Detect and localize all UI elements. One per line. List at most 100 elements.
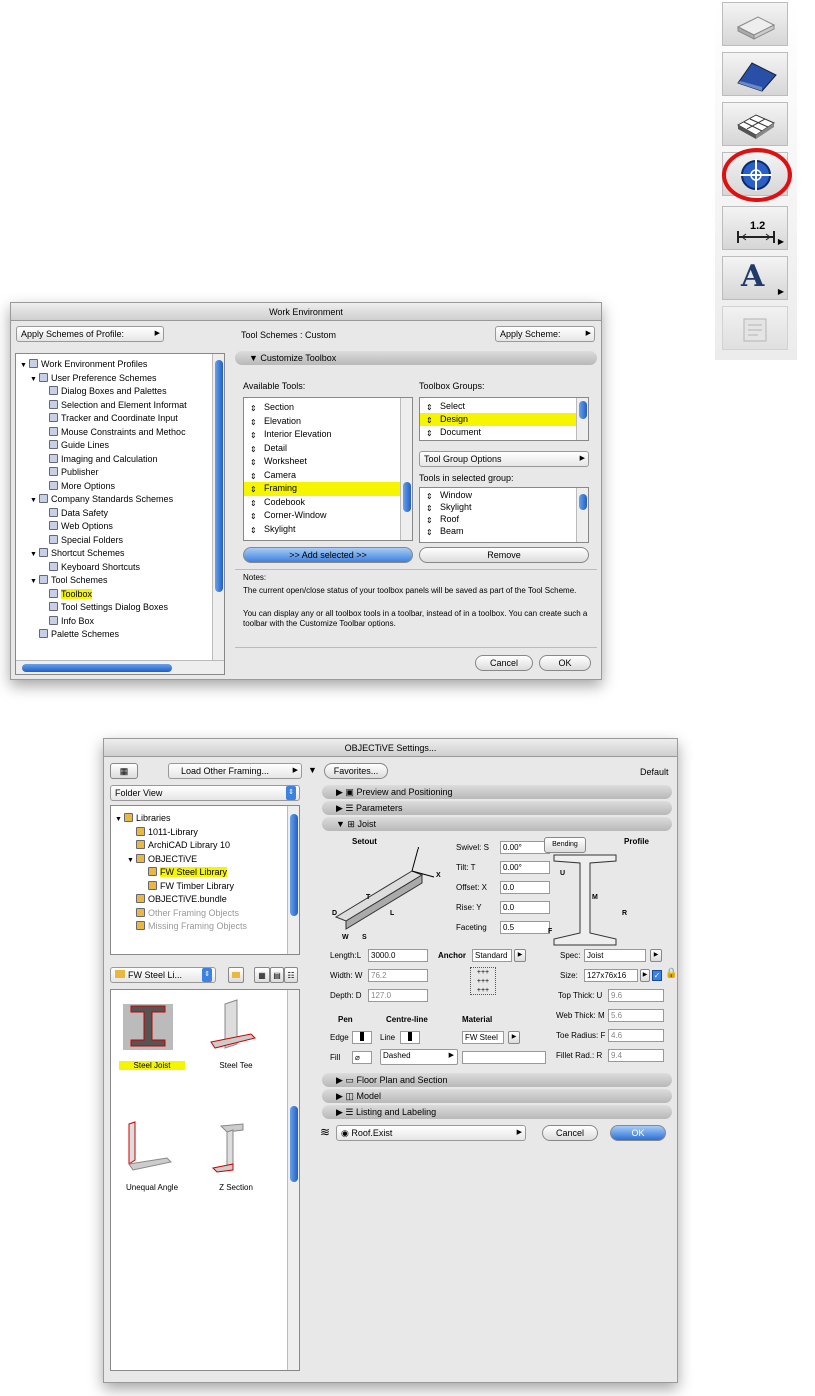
tree-item[interactable]: Data Safety (16, 507, 224, 521)
disclosure-open-icon[interactable]: ▼ (30, 575, 39, 589)
library-select-popup[interactable]: FW Steel Li... ⇕ (110, 967, 216, 983)
swivel-field[interactable]: 0.00° (500, 841, 550, 854)
small-view-button[interactable]: ▤ (270, 967, 284, 983)
tree-item[interactable]: Toolbox (16, 588, 224, 602)
disclosure-open-icon[interactable]: ▼ (127, 854, 136, 868)
tree-item[interactable]: ▼ User Preference Schemes (16, 372, 224, 386)
tree-scrollbar[interactable] (212, 354, 224, 660)
tree-item[interactable]: Tool Settings Dialog Boxes (16, 601, 224, 615)
size-checkbox[interactable]: ✓ (652, 970, 662, 981)
tool-group-options-popup[interactable]: Tool Group Options ▶ (419, 451, 589, 467)
tree-item[interactable]: ▼ Work Environment Profiles (16, 358, 224, 372)
fill-pen-field[interactable]: ⌀ (352, 1051, 372, 1064)
tree-item[interactable]: Dialog Boxes and Palettes (16, 385, 224, 399)
model-section-header[interactable]: ▶ ◫ Model (322, 1089, 672, 1103)
web-thick-field[interactable]: 5.6 (608, 1009, 664, 1022)
tree-item[interactable]: Selection and Element Informat (16, 399, 224, 413)
list-item[interactable]: ⇕ Detail (244, 442, 412, 456)
fillet-field[interactable]: 9.4 (608, 1049, 664, 1062)
load-other-framing-popup[interactable]: Load Other Framing... ▶ (168, 763, 302, 779)
tree-item[interactable]: FW Timber Library (111, 880, 299, 894)
gallery-scrollbar[interactable] (287, 990, 299, 1370)
tree-item[interactable]: Palette Schemes (16, 628, 224, 642)
top-thick-field[interactable]: 9.6 (608, 989, 664, 1002)
roof-tool-button[interactable] (722, 52, 788, 96)
preview-section-header[interactable]: ▶ ▣ Preview and Positioning (322, 785, 672, 799)
tools-in-group-list[interactable]: ⇕ Window ⇕ Skylight ⇕ Roof ⇕ Beam (419, 487, 589, 543)
tree-item[interactable]: Publisher (16, 466, 224, 480)
disclosure-open-icon[interactable]: ▼ (30, 548, 39, 562)
faceting-field[interactable]: 0.5 (500, 921, 550, 934)
remove-button[interactable]: Remove (419, 547, 589, 563)
list-item[interactable]: ⇕ Document (420, 426, 588, 439)
tree-item[interactable]: Keyboard Shortcuts (16, 561, 224, 575)
new-folder-button[interactable] (228, 967, 244, 983)
disclosure-open-icon[interactable]: ▼ (30, 373, 39, 387)
tree-item[interactable]: ArchiCAD Library 10 (111, 839, 299, 853)
add-selected-button[interactable]: >> Add selected >> (243, 547, 413, 563)
tree-item[interactable]: ▼ Tool Schemes (16, 574, 224, 588)
tree-hscrollbar[interactable] (16, 660, 224, 674)
size-arrow-button[interactable]: ▶ (640, 969, 650, 982)
rise-field[interactable]: 0.0 (500, 901, 550, 914)
ok-button[interactable]: OK (610, 1125, 666, 1141)
material-field[interactable]: FW Steel (462, 1031, 504, 1044)
listing-section-header[interactable]: ▶ ☰ Listing and Labeling (322, 1105, 672, 1119)
list-item[interactable]: ⇕ Camera (244, 469, 412, 483)
list-item[interactable]: ⇕ Design (420, 413, 588, 426)
icon-view-button[interactable]: ▦ (254, 967, 270, 983)
parameters-section-header[interactable]: ▶ ☰ Parameters (322, 801, 672, 815)
folder-view-popup[interactable]: Folder View ⇕ (110, 785, 300, 801)
dimension-tool-button[interactable]: 1.2 ▶ (722, 206, 788, 250)
tree-item[interactable]: Imaging and Calculation (16, 453, 224, 467)
bending-button[interactable]: Bending (544, 837, 586, 853)
spec-field[interactable]: Joist (584, 949, 646, 962)
apply-profile-popup[interactable]: Apply Schemes of Profile: ▶ (16, 326, 164, 342)
tree-item[interactable]: Missing Framing Objects (111, 920, 299, 934)
toolbox-groups-list[interactable]: ⇕ Select ⇕ Design ⇕ Document (419, 397, 589, 441)
cancel-button[interactable]: Cancel (475, 655, 533, 671)
list-item[interactable]: ⇕ Framing (244, 482, 412, 496)
joist-section-header[interactable]: ▼ ⊞ Joist (322, 817, 672, 831)
list-item[interactable]: ⇕ Roof (420, 513, 588, 525)
gallery-item[interactable]: Steel Joist (119, 998, 185, 1076)
material-arrow-button[interactable]: ▶ (508, 1031, 520, 1044)
gallery-item[interactable]: Z Section (203, 1120, 269, 1198)
disclosure-open-icon[interactable]: ▼ (30, 494, 39, 508)
depth-field[interactable]: 127.0 (368, 989, 428, 1002)
tree-item[interactable]: ▼ Company Standards Schemes (16, 493, 224, 507)
list-item[interactable]: ⇕ Interior Elevation (244, 428, 412, 442)
library-tree[interactable]: ▼ Libraries 1011-Library ArchiCAD Library 1… (110, 805, 300, 955)
tree-item[interactable]: Mouse Constraints and Methoc (16, 426, 224, 440)
layer-popup[interactable]: ◉ Roof.Exist ▶ (336, 1125, 526, 1141)
collapse-arrow-icon[interactable]: ▼ (308, 765, 317, 775)
edge-pen-field[interactable] (352, 1031, 372, 1044)
tree-item[interactable]: Web Options (16, 520, 224, 534)
available-tools-list[interactable]: ⇕ Section ⇕ Elevation ⇕ Interior Elevation ⇕ De… (243, 397, 413, 541)
size-field[interactable]: 127x76x16 (584, 969, 638, 982)
view-toggle-button[interactable]: ▦ (110, 763, 138, 779)
favorites-button[interactable]: Favorites... (324, 763, 388, 779)
tree-item[interactable]: ▼ Shortcut Schemes (16, 547, 224, 561)
tree-item[interactable]: 1011-Library (111, 826, 299, 840)
tree-item[interactable]: ▼ Libraries (111, 812, 299, 826)
groups-scrollbar[interactable] (576, 398, 588, 440)
tree-item[interactable]: ▼ OBJECTiVE (111, 853, 299, 867)
customize-toolbox-header[interactable]: ▼ Customize Toolbox (235, 351, 597, 365)
library-scrollbar[interactable] (287, 806, 299, 954)
list-item[interactable]: ⇕ Select (420, 400, 588, 413)
cancel-button[interactable]: Cancel (542, 1125, 598, 1141)
slab-tool-button[interactable] (722, 2, 788, 46)
line-type-popup[interactable]: Dashed ▶ (380, 1049, 458, 1065)
list-item[interactable]: ⇕ Elevation (244, 415, 412, 429)
group-tools-scrollbar[interactable] (576, 488, 588, 542)
list-item[interactable]: ⇕ Skylight (244, 523, 412, 537)
anchor-field[interactable]: Standard (472, 949, 512, 962)
label-tool-button[interactable] (722, 306, 788, 350)
tree-item[interactable]: Guide Lines (16, 439, 224, 453)
offset-field[interactable]: 0.0 (500, 881, 550, 894)
tree-item[interactable]: FW Steel Library (111, 866, 299, 880)
list-item[interactable]: ⇕ Window (420, 489, 588, 501)
text-tool-button[interactable]: A ▶ (722, 256, 788, 300)
list-item[interactable]: ⇕ Worksheet (244, 455, 412, 469)
